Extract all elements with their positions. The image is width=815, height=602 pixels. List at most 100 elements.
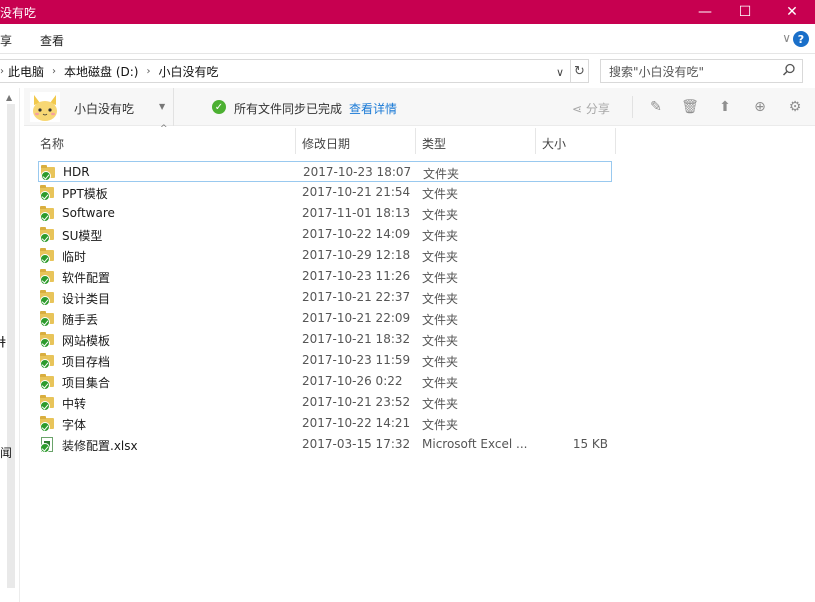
file-modified-date: 2017-10-23 11:59 [302, 353, 411, 367]
file-modified-date: 2017-10-29 12:18 [302, 248, 411, 262]
file-row[interactable]: 项目集合 2017-10-26 0:22 文件夹 [38, 371, 612, 392]
upload-icon[interactable]: ⬆ [716, 98, 734, 116]
file-row[interactable]: PPT模板 2017-10-21 21:54 文件夹 [38, 182, 612, 203]
folder-synced-icon [40, 311, 56, 327]
file-modified-date: 2017-03-15 17:32 [302, 437, 411, 451]
crumb-local-disk[interactable]: 本地磁盘 (D:) [64, 63, 138, 80]
file-name: PPT模板 [62, 187, 108, 201]
search-input[interactable]: 搜索"小白没有吃" [600, 59, 803, 83]
minimize-button[interactable]: — [683, 0, 727, 24]
file-modified-date: 2017-10-21 18:32 [302, 332, 411, 346]
refresh-icon: ↻ [574, 63, 585, 79]
file-row[interactable]: 临时 2017-10-29 12:18 文件夹 [38, 245, 612, 266]
account-switcher[interactable]: 小白没有吃 ▼ [24, 88, 174, 126]
folder-synced-icon [40, 290, 56, 306]
file-name: 项目存档 [62, 355, 111, 369]
crumb-separator-icon: › [0, 65, 4, 77]
folder-synced-icon [40, 395, 56, 411]
file-name: HDR [63, 165, 90, 179]
close-button[interactable]: ✕ [770, 0, 814, 24]
column-header-date[interactable]: 修改日期 [296, 128, 416, 154]
help-icon[interactable]: ? [793, 31, 809, 47]
tab-view[interactable]: 查看 [40, 32, 64, 49]
window-title: 没有吃 [0, 6, 37, 20]
crumb-current-folder[interactable]: 小白没有吃 [158, 63, 218, 80]
file-type: 文件夹 [422, 229, 459, 243]
maximize-button[interactable]: ☐ [723, 0, 767, 24]
folder-synced-icon [41, 165, 57, 181]
delete-icon[interactable]: 🗑 [681, 98, 699, 116]
address-dropdown-icon[interactable]: ∨ [556, 66, 564, 79]
settings-gear-icon[interactable]: ⚙ [786, 98, 804, 116]
file-type: 文件夹 [422, 334, 459, 348]
file-row[interactable]: 字体 2017-10-22 14:21 文件夹 [38, 413, 612, 434]
crumb-separator-icon: › [52, 65, 57, 77]
file-row[interactable]: SU模型 2017-10-22 14:09 文件夹 [38, 224, 612, 245]
scroll-up-icon[interactable]: ▲ [6, 93, 12, 102]
column-header-name[interactable]: 名称 [34, 128, 296, 154]
search-icon[interactable] [782, 63, 796, 77]
close-icon: ✕ [786, 4, 798, 20]
file-name: SU模型 [62, 229, 103, 243]
ribbon-expand-icon[interactable]: ∨ [782, 31, 791, 45]
file-name: 项目集合 [62, 376, 111, 390]
file-row[interactable]: 设计类目 2017-10-21 22:37 文件夹 [38, 287, 612, 308]
tab-share[interactable]: 享 [0, 32, 12, 49]
title-bar: 没有吃 — ☐ ✕ [0, 0, 815, 24]
file-type: 文件夹 [422, 292, 459, 306]
view-details-link[interactable]: 查看详情 [349, 100, 397, 117]
file-row[interactable]: 软件配置 2017-10-23 11:26 文件夹 [38, 266, 612, 287]
file-type: 文件夹 [422, 271, 459, 285]
navigation-pane: ▲ ǂ 闻 [0, 88, 20, 602]
file-name: 装修配置.xlsx [62, 439, 138, 453]
file-type: 文件夹 [422, 187, 459, 201]
nav-scrollbar[interactable] [7, 104, 15, 588]
file-size: 15 KB [572, 437, 608, 451]
toolbar-divider [632, 96, 633, 118]
sync-complete-icon: ✓ [212, 100, 226, 114]
excel-file-synced-icon [40, 437, 56, 453]
file-name: 软件配置 [62, 271, 111, 285]
cloud-sync-bar: 小白没有吃 ▼ ✓ 所有文件同步已完成 查看详情 ⋖ 分享 ✎ 🗑 ⬆ ⊕ ⚙ [24, 88, 815, 126]
file-row[interactable]: 中转 2017-10-21 23:52 文件夹 [38, 392, 612, 413]
file-type: 文件夹 [422, 376, 459, 390]
file-modified-date: 2017-11-01 18:13 [302, 206, 411, 220]
cat-avatar-icon [30, 92, 60, 122]
file-modified-date: 2017-10-23 18:07 [303, 165, 412, 179]
account-dropdown-icon[interactable]: ▼ [159, 102, 165, 111]
nav-item-fragment[interactable]: 闻 [0, 444, 12, 461]
refresh-button[interactable]: ↻ [571, 59, 589, 83]
folder-synced-icon [40, 353, 56, 369]
file-type: 文件夹 [422, 355, 459, 369]
folder-synced-icon [40, 332, 56, 348]
folder-synced-icon [40, 185, 56, 201]
share-label: 分享 [585, 102, 610, 116]
crumb-separator-icon: › [146, 65, 151, 77]
rename-icon[interactable]: ✎ [647, 98, 665, 116]
file-type: 文件夹 [422, 313, 459, 327]
address-bar[interactable]: › 此电脑 › 本地磁盘 (D:) › 小白没有吃 ∨ [0, 59, 571, 83]
crumb-this-pc[interactable]: 此电脑 [8, 63, 44, 80]
sync-status: 所有文件同步已完成 [234, 102, 343, 116]
web-icon[interactable]: ⊕ [751, 98, 769, 116]
file-row[interactable]: 网站模板 2017-10-21 18:32 文件夹 [38, 329, 612, 350]
file-modified-date: 2017-10-26 0:22 [302, 374, 403, 388]
column-header-type[interactable]: 类型 [416, 128, 536, 154]
share-button[interactable]: ⋖ 分享 [572, 100, 610, 117]
file-name: 字体 [62, 418, 87, 432]
file-modified-date: 2017-10-21 21:54 [302, 185, 411, 199]
file-type: Microsoft Excel ... [422, 437, 528, 451]
file-row[interactable]: 项目存档 2017-10-23 11:59 文件夹 [38, 350, 612, 371]
address-row: › 此电脑 › 本地磁盘 (D:) › 小白没有吃 ∨ ↻ 搜索"小白没有吃" [0, 54, 815, 88]
file-row[interactable]: Software 2017-11-01 18:13 文件夹 [38, 203, 612, 224]
file-row[interactable]: 随手丢 2017-10-21 22:09 文件夹 [38, 308, 612, 329]
file-row[interactable]: 装修配置.xlsx 2017-03-15 17:32 Microsoft Excel… [38, 434, 612, 455]
file-modified-date: 2017-10-23 11:26 [302, 269, 411, 283]
file-row[interactable]: HDR 2017-10-23 18:07 文件夹 [38, 161, 612, 182]
folder-synced-icon [40, 269, 56, 285]
nav-item-fragment[interactable]: ǂ [0, 334, 6, 348]
folder-synced-icon [40, 248, 56, 264]
column-header-size[interactable]: 大小 [536, 128, 616, 154]
account-name: 小白没有吃 [74, 102, 135, 116]
file-name: 临时 [62, 250, 87, 264]
